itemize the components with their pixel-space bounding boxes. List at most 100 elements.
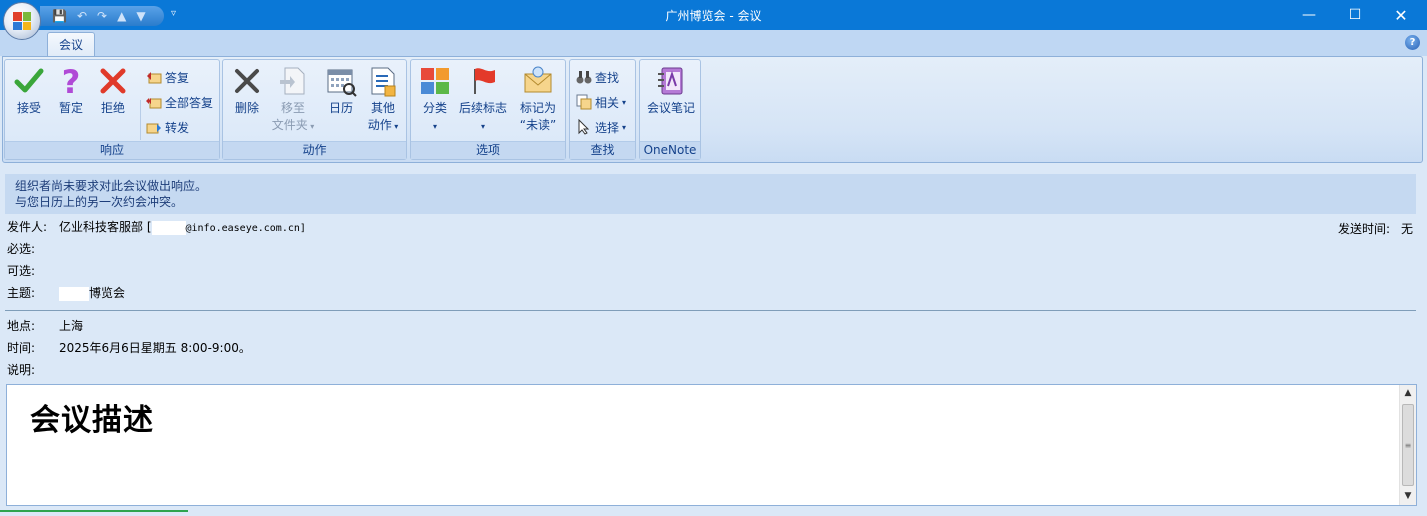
office-button[interactable] — [3, 2, 41, 40]
accept-label: 接受 — [16, 101, 41, 115]
reply-all-icon — [146, 98, 162, 109]
move-label-line2: 文件夹 — [271, 118, 308, 132]
bottom-accent-strip — [0, 510, 188, 516]
categorize-icon — [421, 68, 449, 94]
title-bar: 💾 ↶ ↷ ▲ ▼ ▿ 广州博览会 - 会议 — ☐ ✕ — [0, 0, 1427, 30]
subject-value: 博览会 — [59, 284, 125, 302]
window-title: 广州博览会 - 会议 — [665, 9, 762, 23]
info-line-no-response: 组织者尚未要求对此会议做出响应。 — [15, 179, 208, 193]
find-button[interactable]: 查找 — [576, 67, 619, 87]
group-find-label: 查找 — [570, 141, 635, 159]
redacted-block — [151, 220, 186, 235]
related-icon — [576, 94, 592, 110]
message-header: 发件人: 亿业科技客服部 [ @info.easeye.com.cn] 发送时间:… — [0, 214, 1427, 384]
follow-up-button[interactable]: 后续标志 ▾ — [457, 64, 509, 135]
onenote-icon — [658, 67, 683, 95]
svg-text:?: ? — [62, 64, 81, 98]
follow-up-label: 后续标志 — [458, 101, 507, 115]
location-value: 上海 — [59, 319, 84, 333]
group-onenote: 会议笔记 OneNote — [639, 59, 701, 160]
reply-icon — [147, 72, 162, 84]
calendar-label: 日历 — [328, 101, 353, 115]
mark-label-line1: 标记为 — [519, 101, 556, 115]
office-logo-icon — [13, 12, 31, 30]
from-email: @info.easeye.com.cn] — [185, 223, 306, 234]
description-label: 说明: — [7, 363, 36, 377]
scroll-thumb[interactable]: ≡ — [1402, 404, 1414, 486]
close-button[interactable]: ✕ — [1378, 0, 1424, 30]
other-actions-button[interactable]: 其他 动作 ▾ — [363, 64, 403, 135]
ribbon: 接受 ? 暂定 拒绝 答复 全部答复 转发 响应 删除 移至 文件夹 ▾ 日历 … — [2, 56, 1423, 163]
reply-button[interactable]: 答复 — [146, 67, 189, 87]
other-label-line1: 其他 — [370, 101, 395, 115]
other-label-line2: 动作 — [367, 118, 392, 132]
time-label: 时间: — [7, 341, 36, 355]
move-document-icon — [280, 67, 305, 95]
reply-all-button[interactable]: 全部答复 — [146, 92, 213, 112]
group-find: 查找 相关 ▾ 选择 ▾ 查找 — [569, 59, 636, 160]
categorize-label: 分类 — [422, 101, 447, 115]
select-button[interactable]: 选择 ▾ — [576, 117, 626, 137]
group-options: 分类 ▾ 后续标志 ▾ 标记为 “未读” 选项 — [410, 59, 566, 160]
time-value: 2025年6月6日星期五 8:00-9:00。 — [59, 341, 251, 355]
message-body[interactable]: 会议描述 ▲ ≡ ▼ — [6, 384, 1417, 506]
sent-time-label: 发送时间: — [1338, 222, 1391, 236]
optional-label: 可选: — [7, 264, 36, 278]
binoculars-icon — [576, 71, 592, 84]
minimize-button[interactable]: — — [1286, 0, 1332, 30]
meeting-notes-button[interactable]: 会议笔记 — [643, 64, 699, 117]
find-label: 查找 — [595, 70, 620, 85]
ribbon-tab-row: 会议 ? — [0, 30, 1427, 57]
from-name: 亿业科技客服部 [ — [59, 220, 152, 234]
body-heading: 会议描述 — [30, 403, 154, 438]
help-icon[interactable]: ? — [1405, 35, 1420, 50]
group-respond: 接受 ? 暂定 拒绝 答复 全部答复 转发 响应 — [4, 59, 220, 160]
header-divider — [5, 310, 1416, 311]
calendar-icon — [327, 69, 357, 97]
scroll-up-icon[interactable]: ▲ — [1400, 385, 1416, 402]
from-value[interactable]: 亿业科技客服部 [ @info.easeye.com.cn] — [59, 218, 306, 238]
envelope-icon — [524, 66, 552, 93]
meeting-notes-label: 会议笔记 — [646, 101, 695, 115]
move-to-folder-button[interactable]: 移至 文件夹 ▾ — [269, 64, 317, 135]
group-options-label: 选项 — [411, 141, 565, 159]
maximize-button[interactable]: ☐ — [1332, 0, 1378, 30]
mark-label-line2: “未读” — [519, 118, 557, 132]
accept-button[interactable]: 接受 — [11, 64, 47, 117]
checkmark-icon — [14, 68, 44, 93]
tab-meeting[interactable]: 会议 — [47, 32, 95, 57]
group-actions: 删除 移至 文件夹 ▾ 日历 其他 动作 ▾ 动作 — [222, 59, 407, 160]
other-actions-icon — [371, 67, 396, 97]
reply-label: 答复 — [165, 70, 190, 85]
redacted-block — [59, 286, 89, 301]
subject-text: 博览会 — [89, 286, 126, 300]
categorize-button[interactable]: 分类 ▾ — [417, 64, 453, 135]
group-onenote-label: OneNote — [640, 141, 700, 159]
reply-all-label: 全部答复 — [165, 95, 214, 110]
tentative-button[interactable]: ? 暂定 — [53, 64, 89, 117]
calendar-button[interactable]: 日历 — [323, 64, 359, 117]
group-respond-label: 响应 — [5, 141, 219, 159]
related-label: 相关 — [595, 95, 620, 110]
cursor-icon — [578, 119, 590, 135]
scroll-down-icon[interactable]: ▼ — [1400, 488, 1416, 505]
select-label: 选择 — [595, 120, 620, 135]
from-label: 发件人: — [7, 220, 48, 234]
required-label: 必选: — [7, 242, 36, 256]
mark-unread-button[interactable]: 标记为 “未读” — [515, 64, 561, 134]
separator — [140, 100, 141, 140]
subject-label: 主题: — [7, 286, 36, 300]
group-actions-label: 动作 — [223, 141, 406, 159]
info-bar: 组织者尚未要求对此会议做出响应。 与您日历上的另一次约会冲突。 — [5, 174, 1416, 214]
vertical-scrollbar[interactable]: ▲ ≡ ▼ — [1399, 385, 1416, 505]
decline-label: 拒绝 — [100, 101, 125, 115]
grip-icon: ≡ — [1404, 440, 1412, 450]
related-button[interactable]: 相关 ▾ — [576, 92, 626, 112]
forward-label: 转发 — [165, 120, 190, 135]
decline-x-icon — [100, 68, 126, 94]
delete-button[interactable]: 删除 — [229, 64, 265, 117]
forward-button[interactable]: 转发 — [146, 117, 189, 137]
decline-button[interactable]: 拒绝 — [95, 64, 131, 117]
forward-icon — [146, 123, 161, 134]
sent-time-value: 无 — [1401, 222, 1414, 236]
